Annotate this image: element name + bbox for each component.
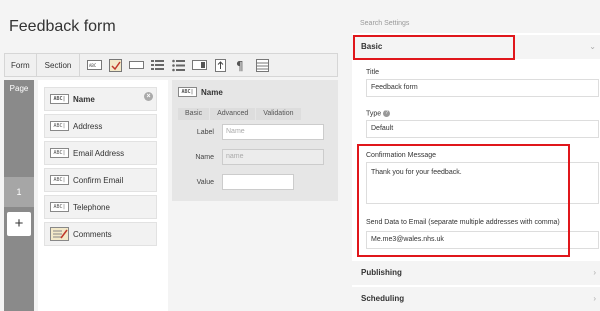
field-item-comments[interactable]: Comments: [44, 222, 157, 246]
tab-basic[interactable]: Basic: [178, 108, 210, 120]
label-field-label: Label: [196, 128, 214, 136]
highlight-box-confirmation: [357, 144, 570, 257]
table-icon[interactable]: [255, 58, 270, 72]
field-item-address[interactable]: ABC| Address: [44, 114, 157, 138]
text-field-icon: ABC|: [50, 121, 69, 131]
paragraph-icon[interactable]: ¶: [234, 58, 249, 72]
field-label: Telephone: [73, 202, 110, 212]
type-label: Type ?: [366, 110, 391, 118]
editor-title: Name: [201, 87, 223, 97]
field-item-email-address[interactable]: ABC| Email Address: [44, 141, 157, 165]
text-field-icon[interactable]: ABC: [87, 58, 103, 72]
field-editor: ABC| Name Basic Advanced Validation Labe…: [172, 80, 338, 201]
svg-text:¶: ¶: [236, 59, 244, 72]
list-field-icon[interactable]: [150, 58, 165, 72]
form-builder-panel: Feedback form Form Section ABC ¶ Page 1 …: [0, 0, 343, 311]
field-label: Confirm Email: [73, 175, 124, 185]
textarea-field-icon: [50, 227, 69, 241]
publishing-section-label: Publishing: [361, 268, 402, 277]
editor-tabs: Basic Advanced Validation: [178, 108, 302, 120]
checkbox-field-icon[interactable]: [108, 58, 123, 72]
remove-field-icon[interactable]: ×: [144, 92, 153, 101]
line-field-icon[interactable]: [129, 58, 145, 72]
add-page-button[interactable]: +: [7, 212, 31, 236]
text-field-icon: ABC|: [50, 175, 69, 185]
scheduling-section-label: Scheduling: [361, 294, 405, 303]
label-row: Label Name: [178, 124, 333, 140]
name-row: Name name: [178, 149, 333, 165]
type-label-text: Type: [366, 110, 382, 118]
text-field-icon: ABC|: [50, 148, 69, 158]
page-1-button[interactable]: 1: [4, 177, 34, 207]
chevron-right-icon: ›: [593, 294, 596, 303]
page-column: Page 1 +: [4, 80, 34, 311]
text-field-icon: ABC|: [50, 94, 69, 104]
field-item-confirm-email[interactable]: ABC| Confirm Email: [44, 168, 157, 192]
publishing-section-header[interactable]: Publishing ›: [352, 261, 600, 285]
value-input[interactable]: [222, 174, 294, 190]
text-field-icon: ABC|: [178, 87, 197, 97]
scheduling-section-header[interactable]: Scheduling ›: [352, 287, 600, 311]
tab-advanced[interactable]: Advanced: [210, 108, 256, 120]
chevron-right-icon: ›: [593, 268, 596, 277]
field-label: Email Address: [73, 148, 125, 158]
field-item-telephone[interactable]: ABC| Telephone: [44, 195, 157, 219]
field-label: Comments: [73, 229, 112, 239]
name-input[interactable]: name: [222, 149, 324, 165]
field-item-name[interactable]: ABC| Name ×: [44, 87, 157, 111]
svg-text:ABC: ABC: [89, 63, 97, 68]
chevron-down-icon: ⌄: [589, 42, 596, 51]
editor-header: ABC| Name: [178, 87, 223, 97]
toggle-field-icon[interactable]: [192, 58, 208, 72]
page-label: Page: [9, 84, 29, 93]
label-input[interactable]: Name: [222, 124, 324, 140]
name-field-label: Name: [195, 153, 214, 161]
value-row: Value: [178, 174, 333, 190]
tab-validation[interactable]: Validation: [256, 108, 301, 120]
highlight-box-basic: [353, 35, 515, 60]
field-label: Name: [73, 94, 95, 104]
search-settings-input[interactable]: Search Settings: [352, 15, 600, 33]
form-button[interactable]: Form: [5, 54, 37, 76]
field-list: ABC| Name × ABC| Address ABC| Email Addr…: [38, 80, 168, 311]
help-icon[interactable]: ?: [383, 110, 391, 117]
toolbar: Form Section ABC ¶: [4, 53, 338, 77]
title-input[interactable]: Feedback form: [366, 79, 599, 97]
list-alt-icon[interactable]: [171, 58, 186, 72]
text-field-icon: ABC|: [50, 202, 69, 212]
upload-icon[interactable]: [213, 58, 228, 72]
title-label: Title: [366, 69, 379, 76]
page-title: Feedback form: [9, 18, 116, 35]
field-label: Address: [73, 121, 103, 131]
section-button[interactable]: Section: [37, 54, 81, 76]
value-field-label: Value: [196, 178, 214, 186]
type-select[interactable]: Default: [366, 120, 599, 138]
